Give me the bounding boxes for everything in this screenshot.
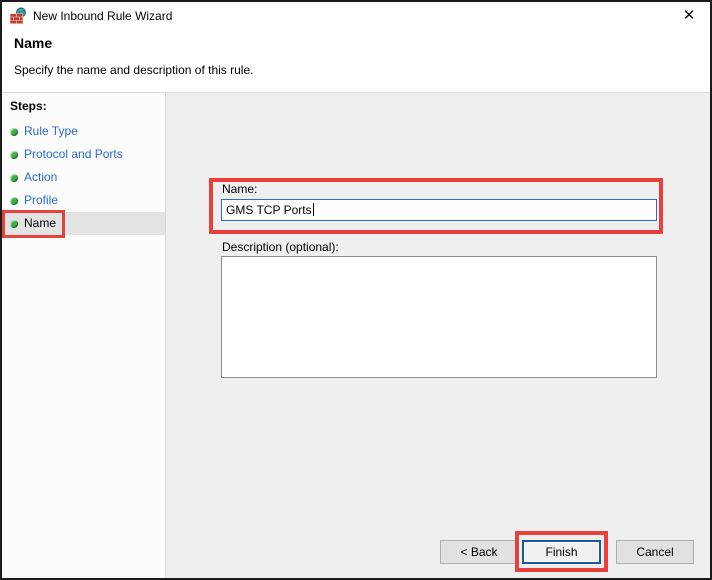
wizard-page-header: Name Specify the name and description of…	[2, 30, 710, 93]
steps-sidebar: Steps: Rule Type Protocol and Ports Acti…	[2, 93, 166, 578]
sidebar-item-profile[interactable]: Profile	[2, 189, 165, 212]
green-bullet-icon	[10, 220, 18, 228]
sidebar-item-protocol-and-ports[interactable]: Protocol and Ports	[2, 143, 165, 166]
title-bar: New Inbound Rule Wizard ✕	[2, 2, 710, 30]
sidebar-item-label: Protocol and Ports	[24, 147, 123, 161]
green-bullet-icon	[10, 151, 18, 159]
description-textarea[interactable]	[221, 256, 657, 378]
sidebar-item-label: Rule Type	[24, 124, 78, 138]
page-title: Name	[14, 35, 53, 51]
text-caret	[312, 203, 314, 216]
close-icon[interactable]: ✕	[679, 5, 699, 25]
green-bullet-icon	[10, 128, 18, 136]
steps-heading: Steps:	[10, 99, 47, 113]
sidebar-item-name[interactable]: Name	[2, 212, 165, 235]
green-bullet-icon	[10, 174, 18, 182]
new-inbound-rule-wizard-window: New Inbound Rule Wizard ✕ Name Specify t…	[0, 0, 712, 580]
window-title: New Inbound Rule Wizard	[33, 9, 173, 23]
name-input-value: GMS TCP Ports	[226, 203, 312, 217]
sidebar-item-action[interactable]: Action	[2, 166, 165, 189]
sidebar-item-label: Profile	[24, 193, 59, 207]
description-field-label: Description (optional):	[222, 240, 339, 254]
sidebar-item-label: Name	[24, 216, 57, 230]
finish-button[interactable]: Finish	[522, 540, 601, 564]
name-field-label: Name:	[222, 182, 258, 196]
steps-list: Rule Type Protocol and Ports Action Prof…	[2, 120, 165, 235]
green-bullet-icon	[10, 197, 18, 205]
firewall-icon	[10, 7, 26, 24]
sidebar-item-rule-type[interactable]: Rule Type	[2, 120, 165, 143]
back-button[interactable]: < Back	[440, 540, 518, 564]
page-subtitle: Specify the name and description of this…	[14, 63, 254, 77]
sidebar-item-label: Action	[24, 170, 58, 184]
cancel-button[interactable]: Cancel	[616, 540, 694, 564]
name-input[interactable]: GMS TCP Ports	[221, 199, 657, 221]
